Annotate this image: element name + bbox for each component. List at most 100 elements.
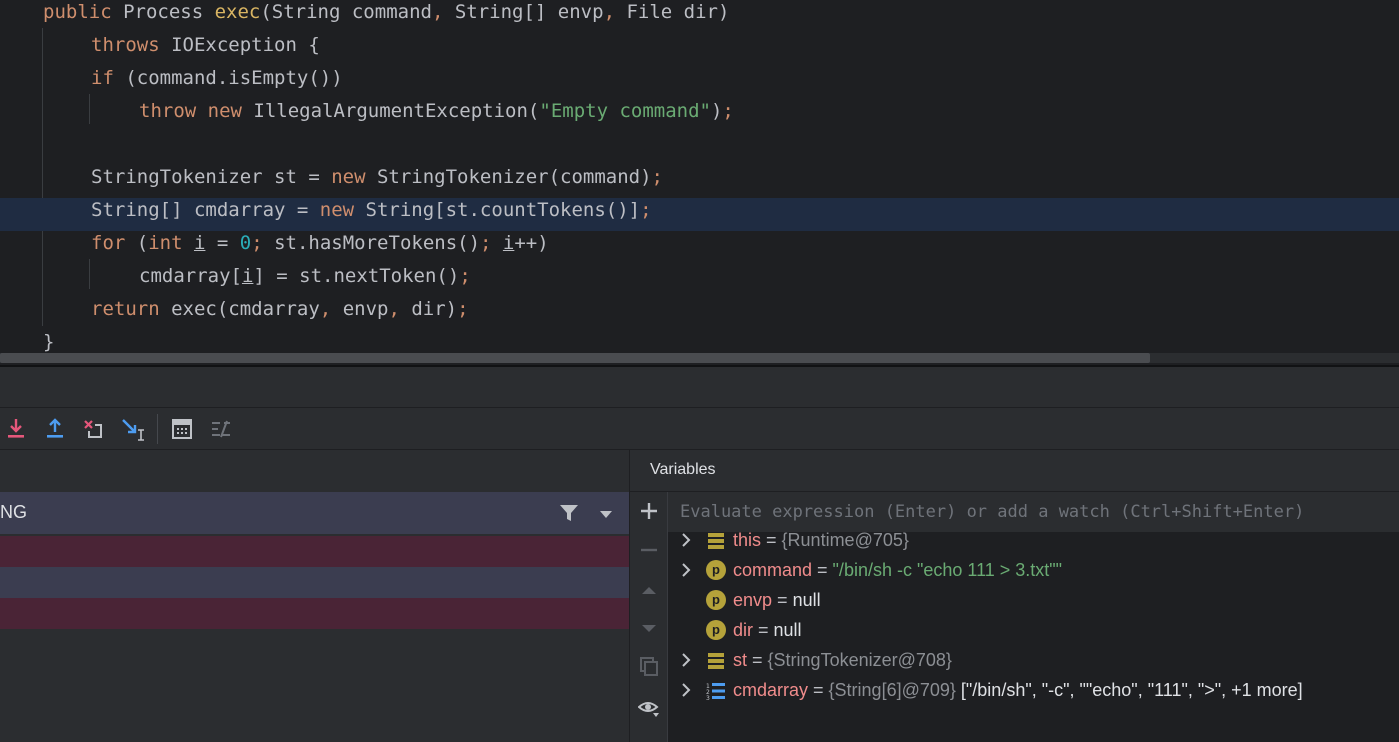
code-token: StringTokenizer st = xyxy=(91,166,332,188)
code-token: int xyxy=(148,232,194,254)
variables-panel: Variables this = {Runtime@705} p command =… xyxy=(630,450,1399,742)
code-token: cmdarray[ xyxy=(139,265,242,287)
plus-icon[interactable] xyxy=(638,500,660,522)
variable-name: st = {StringTokenizer@708} xyxy=(733,645,952,675)
variable-row-cmdarray[interactable]: 1 2 3 cmdarray = {String[6]@709} ["/bin/sh"… xyxy=(668,675,1399,705)
debug-toolbar xyxy=(0,408,1399,450)
evaluate-expression-icon[interactable] xyxy=(169,416,195,442)
code-token: ; xyxy=(722,100,734,122)
code-line[interactable]: public Process exec(String command, Stri… xyxy=(0,0,1399,33)
chevron-right-icon[interactable] xyxy=(678,555,694,585)
code-token: String[] envp xyxy=(443,1,604,23)
eye-icon[interactable] xyxy=(637,697,660,719)
toolbar-separator xyxy=(157,414,158,444)
code-token: (String command xyxy=(260,1,432,23)
chevron-right-icon[interactable] xyxy=(678,675,694,705)
code-line[interactable]: if (command.isEmpty()) xyxy=(0,66,1399,99)
frame-row[interactable] xyxy=(0,598,629,629)
code-token: exec xyxy=(214,1,261,23)
variable-value: null xyxy=(773,620,802,640)
horizontal-scrollbar[interactable] xyxy=(0,353,1150,363)
equals-sign: = xyxy=(753,620,774,640)
code-line[interactable] xyxy=(0,132,1399,165)
code-line[interactable]: throws IOException { xyxy=(0,33,1399,66)
code-line[interactable]: cmdarray[i] = st.nextToken(); xyxy=(0,264,1399,297)
code-token: = xyxy=(205,232,240,254)
frame-row[interactable] xyxy=(0,536,629,567)
code-token: } xyxy=(43,331,55,353)
code-token: StringTokenizer(command) xyxy=(376,166,652,188)
variable-row-envp[interactable]: p envp = null xyxy=(668,585,1399,615)
variable-row-st[interactable]: st = {StringTokenizer@708} xyxy=(668,645,1399,675)
equals-sign: = xyxy=(747,650,768,670)
variable-preview: ["/bin/sh", "-c", ""echo", "111", ">", +… xyxy=(955,680,1303,700)
code-token: ; xyxy=(640,199,652,221)
trace-stream-icon[interactable] xyxy=(208,416,234,442)
variables-tree: this = {Runtime@705} p command = "/bin/sh … xyxy=(668,492,1399,742)
param-icon: p xyxy=(706,620,726,640)
code-token: return xyxy=(91,298,172,320)
copy-icon[interactable] xyxy=(638,655,660,677)
variable-value: {Runtime@705} xyxy=(781,530,909,550)
variable-name: command = "/bin/sh -c "echo 111 > 3.txt"… xyxy=(733,555,1062,585)
debug-tab-strip xyxy=(0,367,1399,408)
variable-name-text: dir xyxy=(733,620,754,640)
code-line-current[interactable]: String[] cmdarray = new String[st.countT… xyxy=(0,198,1399,231)
code-token: new xyxy=(319,199,366,221)
code-token: for xyxy=(91,232,137,254)
code-line[interactable]: return exec(cmdarray, envp, dir); xyxy=(0,297,1399,330)
variable-name-text: command xyxy=(733,560,813,580)
code-token: ; xyxy=(651,166,663,188)
drop-frame-icon[interactable] xyxy=(81,416,107,442)
code-token: ) xyxy=(710,100,723,122)
minus-icon[interactable] xyxy=(638,539,660,561)
svg-text:3: 3 xyxy=(706,695,710,701)
code-line[interactable]: for (int i = 0; st.hasMoreTokens(); i++) xyxy=(0,231,1399,264)
step-out-icon[interactable] xyxy=(42,416,68,442)
run-to-cursor-icon[interactable] xyxy=(120,416,146,442)
code-token: if xyxy=(91,67,126,89)
code-token: ; xyxy=(480,232,503,254)
code-token: ; xyxy=(459,265,471,287)
variable-row-command[interactable]: p command = "/bin/sh -c "echo 111 > 3.txt… xyxy=(668,555,1399,585)
param-icon: p xyxy=(706,560,726,580)
code-token: throws xyxy=(91,34,172,56)
code-text: } xyxy=(43,330,54,354)
code-token: exec(cmdarray xyxy=(171,298,320,320)
frames-panel: NG xyxy=(0,450,629,742)
code-line[interactable]: StringTokenizer st = new StringTokenizer… xyxy=(0,165,1399,198)
evaluate-expression-input[interactable] xyxy=(680,499,1380,525)
equals-sign: = xyxy=(808,680,829,700)
variable-name-text: this xyxy=(733,530,762,550)
arrow-down-icon[interactable] xyxy=(638,617,660,639)
variable-value: {StringTokenizer@708} xyxy=(767,650,952,670)
filter-icon[interactable] xyxy=(558,502,580,524)
chevron-right-icon[interactable] xyxy=(678,525,694,555)
code-text: if (command.isEmpty()) xyxy=(91,66,343,90)
equals-sign: = xyxy=(761,530,782,550)
code-line[interactable]: throw new IllegalArgumentException("Empt… xyxy=(0,99,1399,132)
code-editor[interactable]: public Process exec(String command, Stri… xyxy=(0,0,1399,366)
frame-row[interactable] xyxy=(0,567,629,598)
code-token: , xyxy=(319,298,343,320)
variable-row-this[interactable]: this = {Runtime@705} xyxy=(668,525,1399,555)
code-token: ] = st.nextToken() xyxy=(253,265,460,287)
chevron-down-icon[interactable] xyxy=(598,506,614,520)
code-token: i xyxy=(241,265,254,287)
step-into-icon[interactable] xyxy=(3,416,29,442)
code-token: (command.isEmpty()) xyxy=(125,67,343,89)
code-text: throws IOException { xyxy=(91,33,320,57)
code-token: i xyxy=(502,232,515,254)
frames-header xyxy=(0,450,629,491)
code-token: st.hasMoreTokens() xyxy=(274,232,481,254)
code-token: File dir) xyxy=(615,1,730,23)
thread-selector[interactable]: NG xyxy=(0,492,629,534)
code-token: ; xyxy=(457,298,469,320)
chevron-right-icon[interactable] xyxy=(678,645,694,675)
field-icon xyxy=(706,650,726,670)
variable-row-dir[interactable]: p dir = null xyxy=(668,615,1399,645)
arrow-up-icon[interactable] xyxy=(638,579,660,601)
variable-value: null xyxy=(792,590,821,610)
code-token: , xyxy=(603,1,616,23)
code-text: cmdarray[i] = st.nextToken(); xyxy=(139,264,471,288)
